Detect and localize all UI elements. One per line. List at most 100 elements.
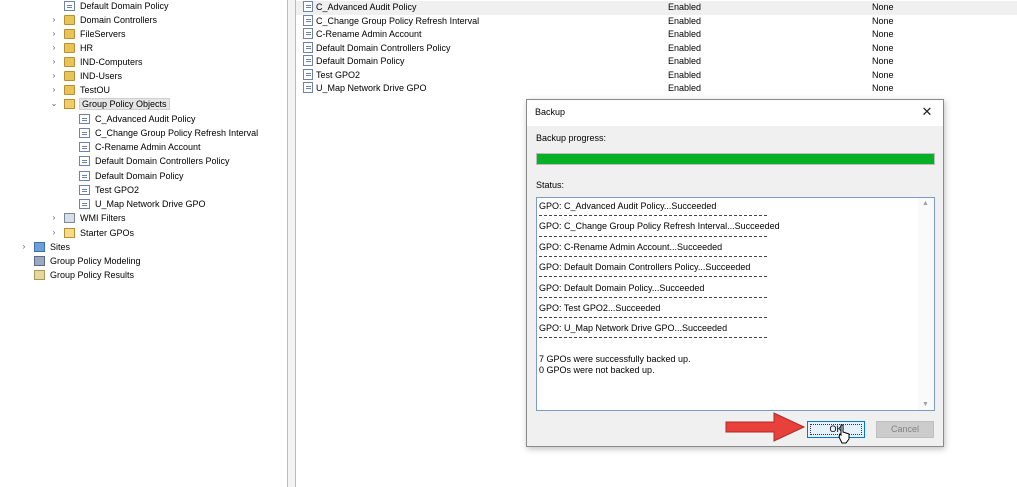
tree-row[interactable]: C_Advanced Audit Policy — [79, 112, 196, 126]
gpo-icon — [79, 171, 90, 181]
expand-chevron-icon[interactable]: › — [49, 83, 59, 97]
progress-label: Backup progress: — [536, 133, 607, 143]
collapse-chevron-icon[interactable]: ⌄ — [49, 97, 59, 111]
gpo-status: Enabled — [668, 29, 702, 39]
gpo-icon — [303, 1, 313, 12]
list-item[interactable]: C_Change Group Policy Refresh Interval E… — [296, 14, 1017, 29]
tree-item-label: Default Domain Policy — [95, 171, 184, 181]
tree-item-label: FileServers — [80, 29, 126, 39]
tree-row[interactable]: › Starter GPOs — [53, 226, 135, 240]
status-line: GPO: Default Domain Controllers Policy..… — [539, 262, 751, 273]
tree-row[interactable]: Default Domain Policy — [64, 0, 169, 13]
ou-folder-icon — [64, 57, 75, 67]
gpo-icon — [303, 28, 313, 39]
pane-splitter[interactable] — [287, 0, 296, 487]
tree-item-label: Test GPO2 — [95, 185, 140, 195]
expand-chevron-icon[interactable]: › — [49, 69, 59, 83]
list-item[interactable]: U_Map Network Drive GPO Enabled None — [296, 82, 1017, 96]
expand-chevron-icon[interactable]: › — [49, 55, 59, 69]
status-spacer — [539, 344, 917, 354]
list-item[interactable]: C-Rename Admin Account Enabled None — [296, 28, 1017, 42]
expand-chevron-icon[interactable]: › — [49, 211, 59, 225]
ou-folder-icon — [64, 71, 75, 81]
gpo-wmi-filter: None — [872, 83, 894, 93]
status-log-text: GPO: C_Advanced Audit Policy...Succeeded… — [539, 201, 917, 376]
status-line: GPO: C-Rename Admin Account...Succeeded — [539, 241, 723, 252]
tree-item-label: Default Domain Policy — [80, 1, 169, 11]
ou-folder-icon — [64, 85, 75, 95]
mouse-pointer-icon — [838, 424, 850, 444]
tree-item-label: Starter GPOs — [80, 228, 135, 238]
status-separator — [539, 293, 917, 303]
sites-icon — [34, 242, 45, 252]
gpo-icon — [79, 114, 90, 124]
tree-row[interactable]: Default Domain Policy — [79, 169, 184, 183]
tree-item-label: Group Policy Objects — [79, 98, 170, 110]
gpo-status: Enabled — [668, 2, 702, 12]
wmi-filters-icon — [64, 213, 75, 223]
expand-chevron-icon[interactable]: › — [49, 27, 59, 41]
expand-chevron-icon[interactable]: › — [49, 41, 59, 55]
expand-chevron-icon[interactable]: › — [19, 240, 29, 254]
tree-row[interactable]: Test GPO2 — [79, 183, 139, 197]
tree-row[interactable]: U_Map Network Drive GPO — [79, 197, 206, 211]
tree-row[interactable]: › HR — [53, 41, 93, 55]
tree-row[interactable]: › WMI Filters — [53, 211, 126, 225]
tree-row[interactable]: Group Policy Modeling — [34, 254, 141, 268]
list-item[interactable]: Default Domain Controllers Policy Enable… — [296, 41, 1017, 56]
status-separator — [539, 313, 917, 323]
gpo-status: Enabled — [668, 69, 702, 80]
scroll-up-icon[interactable]: ▲ — [922, 200, 929, 207]
tree-row[interactable]: › FileServers — [53, 27, 126, 41]
gpo-wmi-filter: None — [872, 56, 894, 66]
arrow-icon — [725, 412, 806, 442]
status-log[interactable]: GPO: C_Advanced Audit Policy...Succeeded… — [536, 197, 935, 411]
summary-line: 0 GPOs were not backed up. — [539, 364, 655, 375]
tree-item-label: HR — [80, 43, 93, 53]
list-item[interactable]: C_Advanced Audit Policy Enabled None — [296, 1, 1017, 15]
expand-chevron-icon[interactable]: › — [49, 13, 59, 27]
dialog-title: Backup — [535, 107, 566, 117]
tree-row[interactable]: › Sites — [23, 240, 71, 254]
list-item[interactable]: Test GPO2 Enabled None — [296, 68, 1017, 83]
scroll-down-icon[interactable]: ▼ — [922, 401, 929, 408]
status-scrollbar[interactable]: ▲ ▼ — [918, 198, 934, 410]
tree-row[interactable]: › IND-Computers — [53, 55, 143, 69]
tree-row[interactable]: › Domain Controllers — [53, 13, 157, 27]
tree-item-label: IND-Users — [80, 71, 122, 81]
expand-chevron-icon[interactable]: › — [49, 226, 59, 240]
gpo-name: C_Advanced Audit Policy — [316, 2, 417, 12]
status-line: GPO: Test GPO2...Succeeded — [539, 302, 661, 313]
tree-row[interactable]: C-Rename Admin Account — [79, 140, 201, 154]
tree-item-label: Sites — [50, 242, 71, 252]
dialog-titlebar[interactable]: Backup ✕ — [527, 100, 943, 126]
tree-row[interactable]: ⌄ Group Policy Objects — [51, 97, 170, 111]
ok-button[interactable]: OK — [807, 421, 865, 438]
tree-item-label: Group Policy Results — [50, 270, 135, 280]
tree-item-label: WMI Filters — [80, 213, 126, 223]
tree-row[interactable]: Group Policy Results — [34, 268, 134, 282]
console-tree: Default Domain Policy › Domain Controller… — [0, 0, 288, 487]
gpo-status: Enabled — [668, 42, 702, 53]
gpo-name: C_Change Group Policy Refresh Interval — [316, 15, 480, 26]
status-line: GPO: U_Map Network Drive GPO...Succeeded — [539, 323, 728, 334]
tree-item-label: C_Change Group Policy Refresh Interval — [95, 128, 259, 138]
gpo-icon — [303, 82, 313, 93]
status-separator — [539, 272, 917, 282]
gpo-icon — [303, 14, 313, 26]
tree-row[interactable]: C_Change Group Policy Refresh Interval — [79, 126, 258, 140]
status-separator — [539, 333, 917, 343]
gpo-icon — [303, 55, 313, 66]
list-item[interactable]: Default Domain Policy Enabled None — [296, 55, 1017, 69]
tree-row[interactable]: › IND-Users — [53, 69, 122, 83]
status-separator — [539, 211, 917, 221]
close-icon[interactable]: ✕ — [919, 104, 935, 120]
gpo-name: Default Domain Policy — [316, 56, 405, 66]
gpo-link-icon — [64, 1, 75, 11]
tree-item-label: C_Advanced Audit Policy — [95, 114, 196, 124]
gpo-name: Test GPO2 — [316, 69, 361, 80]
tree-row[interactable]: › TestOU — [53, 83, 110, 97]
tree-row[interactable]: Default Domain Controllers Policy — [79, 154, 230, 168]
progress-fill — [537, 154, 934, 164]
status-label: Status: — [536, 180, 565, 190]
